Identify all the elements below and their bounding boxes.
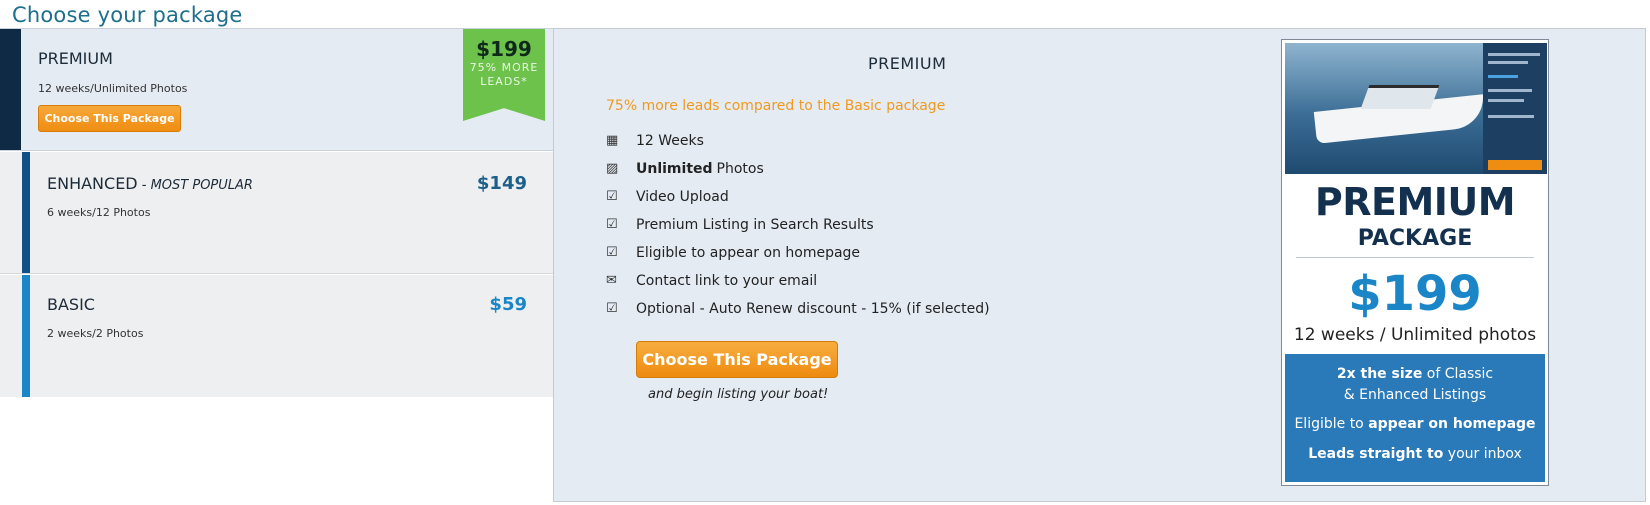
choose-package-button[interactable]: Choose This Package: [636, 341, 838, 378]
page-title: Choose your package: [12, 3, 243, 27]
detail-subtitle: 75% more leads compared to the Basic pac…: [606, 98, 946, 114]
info-line: [1488, 61, 1528, 64]
benefit-line: 2x the size of Classic: [1285, 364, 1545, 385]
package-description: 12 weeks/Unlimited Photos: [38, 82, 188, 95]
divider: [1296, 257, 1534, 258]
listing-info-panel: [1483, 43, 1547, 174]
feature-item: ▨ Unlimited Photos: [606, 161, 990, 189]
benefit-line: Leads straight to your inbox: [1285, 444, 1545, 465]
benefit-text: Eligible to: [1294, 416, 1369, 432]
choose-premium-button[interactable]: Choose This Package: [38, 105, 181, 132]
checkbox-icon: ☑: [606, 217, 618, 232]
feature-bold-text: Unlimited: [636, 161, 713, 177]
envelope-icon: ✉: [606, 273, 617, 288]
benefit-bold: appear on homepage: [1368, 416, 1536, 432]
most-popular-tag: - MOST POPULAR: [137, 178, 253, 193]
feature-text: 12 Weeks: [636, 133, 704, 149]
checkbox-icon: ☑: [606, 301, 618, 316]
package-price: $59: [489, 294, 527, 315]
package-selection-page: Choose your package PREMIUM 12 weeks/Unl…: [0, 0, 1650, 505]
package-option-premium[interactable]: PREMIUM 12 weeks/Unlimited Photos Choose…: [0, 28, 553, 151]
benefit-line: & Enhanced Listings: [1343, 387, 1487, 403]
promo-benefits-box: 2x the size of Classic & Enhanced Listin…: [1285, 354, 1545, 482]
benefit-bold: Leads straight to: [1308, 446, 1444, 462]
feature-item: ☑ Video Upload: [606, 189, 990, 217]
promo-term: 12 weeks / Unlimited photos: [1293, 325, 1537, 345]
price-ribbon: $199 75% MORE LEADS*: [463, 29, 545, 121]
info-line: [1488, 53, 1540, 56]
begin-listing-text: and begin listing your boat!: [648, 387, 829, 402]
feature-text: Eligible to appear on homepage: [636, 245, 861, 261]
package-description: 6 weeks/12 Photos: [47, 206, 151, 219]
feature-item: ▦ 12 Weeks: [606, 133, 990, 161]
promo-headline: PREMIUM: [1314, 180, 1516, 224]
package-name: PREMIUM: [38, 49, 113, 68]
feature-item: ☑ Eligible to appear on homepage: [606, 245, 990, 273]
image-icon: ▨: [606, 161, 619, 176]
benefit-line: Eligible to appear on homepage: [1285, 414, 1545, 435]
info-line: [1488, 89, 1532, 92]
benefit-bold: 2x the size: [1336, 366, 1423, 382]
promo-subheadline: PACKAGE: [1357, 226, 1473, 251]
ribbon-price: $199: [476, 37, 532, 61]
feature-item: ☑ Optional - Auto Renew discount - 15% (i…: [606, 301, 990, 329]
feature-list: ▦ 12 Weeks ▨ Unlimited Photos ☑ Video Upload ☑ P…: [606, 133, 990, 329]
package-name-text: ENHANCED: [47, 174, 138, 193]
info-line: [1488, 99, 1524, 102]
selected-indicator-bar: [0, 29, 21, 150]
feature-text: Contact link to your email: [636, 273, 818, 289]
benefit-text: your inbox: [1443, 446, 1522, 462]
package-option-enhanced[interactable]: ENHANCED - MOST POPULAR 6 weeks/12 Photo…: [0, 152, 553, 274]
package-detail-panel: PREMIUM 75% more leads compared to the B…: [553, 28, 1646, 502]
checkbox-icon: ☑: [606, 189, 618, 204]
info-line: [1488, 115, 1534, 118]
benefit-text: of Classic: [1422, 366, 1494, 382]
package-color-bar: [22, 275, 30, 397]
feature-item: ✉ Contact link to your email: [606, 273, 990, 301]
package-name: ENHANCED - MOST POPULAR: [47, 174, 253, 193]
feature-item: ☑ Premium Listing in Search Results: [606, 217, 990, 245]
checkbox-icon: ☑: [606, 245, 618, 260]
package-description: 2 weeks/2 Photos: [47, 327, 144, 340]
package-color-bar: [22, 152, 30, 273]
premium-promo-card: PREMIUM PACKAGE $199 12 weeks / Unlimite…: [1281, 39, 1549, 486]
package-price: $149: [476, 173, 527, 194]
info-line: [1488, 75, 1518, 78]
detail-title: PREMIUM: [868, 54, 947, 73]
feature-text: Photos: [716, 161, 764, 177]
ribbon-text: 75% MORE: [469, 61, 539, 74]
feature-text: Optional - Auto Renew discount - 15% (if…: [636, 301, 990, 317]
calendar-icon: ▦: [606, 133, 619, 148]
package-option-basic[interactable]: BASIC 2 weeks/2 Photos $59: [0, 275, 553, 397]
package-name: BASIC: [47, 295, 95, 314]
ribbon-text: LEADS*: [480, 75, 528, 88]
boat-listing-preview-image: [1285, 43, 1547, 174]
feature-text: Premium Listing in Search Results: [636, 217, 874, 233]
contact-seller-graphic: [1488, 160, 1542, 170]
feature-text: Video Upload: [636, 189, 729, 205]
boat-cabin-shape: [1360, 85, 1440, 109]
promo-price: $199: [1348, 266, 1482, 322]
